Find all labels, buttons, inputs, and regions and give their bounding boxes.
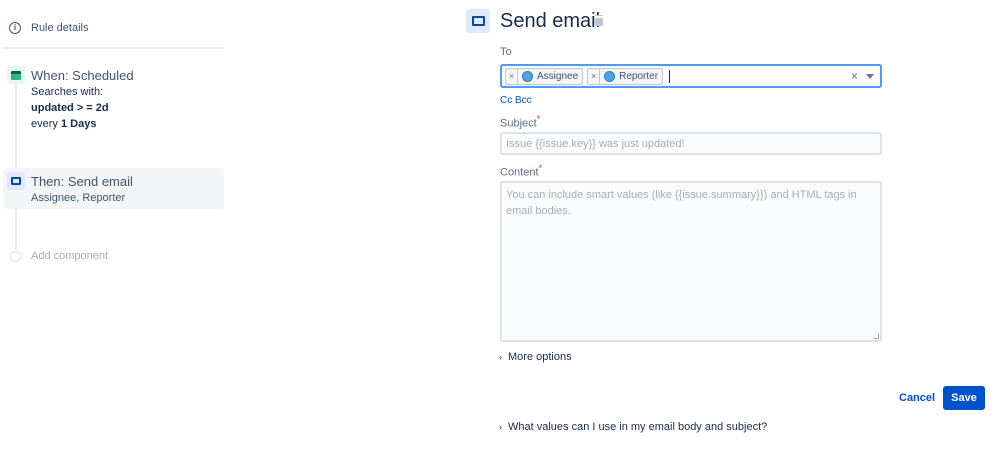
content-label: Content*: [500, 163, 542, 179]
content-label-text: Content: [500, 166, 539, 179]
more-options-toggle[interactable]: › More options: [499, 351, 572, 363]
recipient-label: Assignee: [537, 70, 579, 82]
subject-label: Subject*: [500, 114, 540, 130]
to-label: To: [500, 46, 512, 58]
remove-icon[interactable]: ×: [506, 68, 518, 84]
content-placeholder: You can include smart values (like {{iss…: [506, 189, 857, 217]
more-options-label: More options: [508, 351, 572, 363]
trash-icon[interactable]: [595, 16, 603, 26]
every-value: 1 Days: [60, 118, 97, 130]
remove-icon[interactable]: ×: [588, 68, 601, 84]
circle-icon: [10, 250, 21, 262]
action-title: Then: Send email: [31, 174, 133, 189]
add-component-label: Add component: [31, 250, 109, 262]
chevron-right-icon: ›: [499, 422, 502, 432]
calendar-icon: [7, 66, 25, 84]
rule-details-label: Rule details: [31, 22, 89, 34]
trigger-line1: Searches with:: [31, 86, 104, 98]
action-item[interactable]: Then: Send email Assignee, Reporter: [3, 168, 224, 209]
content-textarea[interactable]: You can include smart values (like {{iss…: [500, 181, 882, 342]
page-title: Send email: [500, 10, 601, 32]
action-subtitle: Assignee, Reporter: [31, 192, 126, 204]
help-toggle[interactable]: › What values can I use in my email body…: [499, 421, 767, 433]
user-avatar-icon: [522, 70, 533, 82]
recipient-label: Reporter: [619, 70, 659, 82]
required-mark: *: [536, 114, 541, 124]
chevron-down-icon[interactable]: [866, 74, 874, 79]
mail-icon: [7, 172, 25, 190]
mail-icon: [466, 9, 490, 33]
subject-placeholder: Issue {{issue.key}} was just updated!: [506, 137, 685, 150]
to-select[interactable]: × Assignee × Reporter ×: [500, 64, 882, 88]
subject-input[interactable]: Issue {{issue.key}} was just updated!: [500, 132, 882, 155]
trigger-query: updated > = 2d: [31, 102, 109, 114]
chevron-right-icon: ›: [499, 352, 502, 362]
cancel-button[interactable]: Cancel: [899, 392, 935, 404]
trigger-item[interactable]: When: Scheduled Searches with: updated >…: [3, 64, 224, 134]
required-mark: *: [538, 163, 543, 173]
recipient-tag: × Reporter: [587, 67, 664, 85]
trigger-title: When: Scheduled: [31, 68, 134, 83]
clear-icon[interactable]: ×: [851, 69, 858, 83]
rule-details-link[interactable]: i Rule details: [9, 22, 88, 34]
add-component-button[interactable]: Add component: [10, 250, 108, 262]
trigger-frequency: every 1 Days: [31, 118, 96, 130]
cc-bcc-link[interactable]: Cc Bcc: [500, 95, 532, 106]
recipient-tag: × Assignee: [505, 67, 584, 85]
subject-label-text: Subject: [500, 117, 537, 130]
save-button[interactable]: Save: [943, 386, 985, 410]
resize-handle-icon[interactable]: [873, 333, 879, 339]
every-prefix: every: [31, 118, 61, 130]
help-label: What values can I use in my email body a…: [508, 421, 768, 433]
info-icon: i: [9, 22, 21, 34]
text-cursor: [669, 69, 671, 83]
user-avatar-icon: [604, 70, 616, 82]
sidebar-divider: [3, 47, 224, 49]
